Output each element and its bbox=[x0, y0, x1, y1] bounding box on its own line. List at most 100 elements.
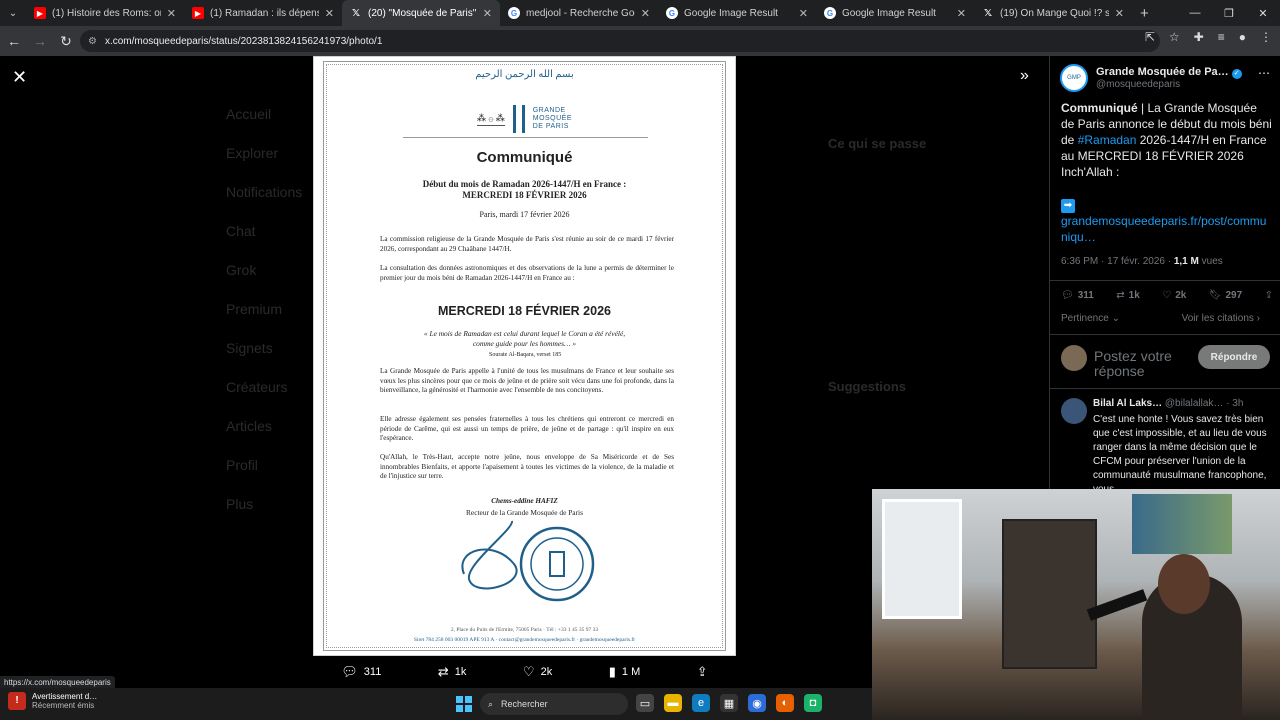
close-tab-icon[interactable]: ✕ bbox=[641, 7, 650, 20]
communique-date: Paris, mardi 17 février 2026 bbox=[479, 210, 570, 219]
url-input[interactable]: ⚙ x.com/mosqueedeparis/status/2023813824… bbox=[80, 30, 1160, 52]
tab-title: (20) "Mosquée de Paris" - Rech bbox=[368, 7, 477, 19]
view-quotes-link[interactable]: Voir les citations › bbox=[1182, 313, 1260, 324]
user-avatar bbox=[1061, 345, 1087, 371]
close-tab-icon[interactable]: ✕ bbox=[957, 7, 966, 20]
sort-dropdown[interactable]: Pertinence ⌄ bbox=[1061, 313, 1120, 324]
communique-subtitle: Début du mois de Ramadan 2026-1447/H en … bbox=[422, 179, 627, 200]
arrow-right-icon: ➡ bbox=[1061, 199, 1075, 213]
close-tab-icon[interactable]: ✕ bbox=[1115, 7, 1124, 20]
firefox-icon[interactable]: ◐ bbox=[776, 694, 794, 712]
author-handle[interactable]: @mosqueedeparis bbox=[1096, 79, 1242, 90]
bookmarks-stat[interactable]: 🔖︎ 297 bbox=[1209, 290, 1242, 301]
reply-button[interactable]: Répondre bbox=[1198, 345, 1270, 369]
warning-icon: ! bbox=[8, 692, 26, 710]
toolbar-icons: ⇱ ☆ ✚ ≡ ● ⋮ bbox=[1145, 30, 1272, 44]
replies-stat[interactable]: 💬︎ 311 bbox=[1061, 290, 1094, 301]
paragraph-5: Qu'Allah, le Très-Haut, accepte notre je… bbox=[380, 453, 674, 481]
window-controls: — ❐ ✕ bbox=[1178, 0, 1280, 26]
webcam-shelf bbox=[1002, 519, 1097, 669]
divider bbox=[1050, 280, 1280, 281]
close-photo-button[interactable]: ✕ bbox=[12, 67, 27, 88]
suggestions-heading: Suggestions bbox=[828, 379, 907, 394]
share-action[interactable]: ⇪ bbox=[697, 664, 708, 680]
post-header: GMP Grande Mosquée de Pa… ✓ @mosqueedepar… bbox=[1060, 64, 1242, 92]
task-view-icon[interactable]: ▭ bbox=[636, 694, 654, 712]
close-tab-icon[interactable]: ✕ bbox=[799, 7, 808, 20]
divider bbox=[1050, 388, 1280, 389]
reply-action[interactable]: 💬︎ 311 bbox=[341, 664, 381, 680]
back-button[interactable]: ← bbox=[2, 33, 26, 49]
post-text: Communiqué | La Grande Mosquée de Paris … bbox=[1061, 101, 1272, 179]
post-timestamp: 6:36 PM · 17 févr. 2026 · 1,1 M vues bbox=[1061, 256, 1223, 267]
reload-button[interactable]: ↻ bbox=[54, 33, 78, 50]
store-icon[interactable]: ▦ bbox=[720, 694, 738, 712]
webcam-head bbox=[1158, 554, 1210, 614]
notification-title: Avertissement d… bbox=[32, 692, 98, 701]
browser-tab[interactable]: G Google Image Result ✕ bbox=[658, 0, 816, 26]
bookmark-star-icon[interactable]: ☆ bbox=[1169, 30, 1180, 44]
heart-icon: ♡ bbox=[522, 664, 535, 679]
windows-start-icon[interactable] bbox=[456, 696, 472, 712]
hashtag-link[interactable]: #Ramadan bbox=[1078, 133, 1137, 147]
forward-button[interactable]: → bbox=[28, 33, 52, 49]
expand-panel-button[interactable]: » bbox=[1020, 67, 1029, 85]
more-options-icon[interactable]: ⋯ bbox=[1258, 66, 1270, 80]
author-avatar[interactable]: GMP bbox=[1060, 64, 1088, 92]
site-info-icon[interactable]: ⚙ bbox=[88, 36, 97, 47]
close-tab-icon[interactable]: ✕ bbox=[167, 7, 176, 20]
views-action[interactable]: ▮ 1 M bbox=[609, 664, 641, 680]
communique-title: Communiqué bbox=[476, 149, 573, 166]
address-bar: ← → ↻ ⚙ x.com/mosqueedeparis/status/2023… bbox=[0, 26, 1280, 56]
media-icon[interactable]: ≡ bbox=[1218, 30, 1225, 44]
post-link[interactable]: ➡ grandemosqueedeparis.fr/post/communiqu… bbox=[1061, 196, 1273, 245]
reply-input[interactable]: Postez votre réponse bbox=[1094, 349, 1194, 379]
basmala-calligraphy: بسم الله الرحمن الرحيم bbox=[475, 69, 574, 80]
tab-search-icon[interactable]: ⌄ bbox=[0, 0, 26, 26]
extensions-icon[interactable]: ✚ bbox=[1194, 30, 1204, 44]
chart-icon: ▮ bbox=[608, 664, 616, 679]
mosque-logo: ⁂ ۞ ⁂ GRANDE MOSQUÉE DE PARIS bbox=[314, 105, 735, 133]
close-window-button[interactable]: ✕ bbox=[1246, 0, 1280, 26]
signature-stamp bbox=[461, 520, 595, 602]
browser-tab[interactable]: ▶ (1) Ramadan : ils dépensent jus ✕ bbox=[184, 0, 342, 26]
divider bbox=[403, 137, 648, 138]
browser-tab[interactable]: Gmedjool - Recherche Google ✕ bbox=[500, 0, 658, 26]
footer-address: 2, Place du Puits de l'Ermite, 75005 Par… bbox=[450, 627, 599, 633]
browser-tab[interactable]: 𝕏 (20) "Mosquée de Paris" - Rech ✕ bbox=[342, 0, 500, 26]
repost-action[interactable]: ⇄ 1k bbox=[438, 664, 467, 680]
minimize-button[interactable]: — bbox=[1178, 0, 1212, 26]
webcam-overlay bbox=[872, 489, 1280, 720]
browser-tab[interactable]: G Google Image Result ✕ bbox=[816, 0, 974, 26]
chrome-icon[interactable]: ◉ bbox=[748, 694, 766, 712]
edge-icon[interactable]: e bbox=[692, 694, 710, 712]
maximize-button[interactable]: ❐ bbox=[1212, 0, 1246, 26]
file-explorer-icon[interactable]: ▬ bbox=[664, 694, 682, 712]
share-icon[interactable]: ⇪ bbox=[1265, 290, 1273, 301]
install-app-icon[interactable]: ⇱ bbox=[1145, 30, 1155, 44]
author-name[interactable]: Grande Mosquée de Pa… ✓ bbox=[1096, 66, 1242, 79]
taskbar: ! Avertissement d… Récemment émis ⌕ Reche… bbox=[0, 688, 872, 720]
tab-title: (1) Histoire des Roms: origine et bbox=[52, 7, 161, 19]
repost-icon: ⇄ bbox=[437, 664, 449, 679]
paragraph-4: Elle adresse également ses pensées frate… bbox=[380, 415, 674, 443]
notification[interactable]: ! Avertissement d… Récemment émis bbox=[8, 692, 97, 710]
reply-author-avatar[interactable] bbox=[1061, 398, 1087, 424]
app-icon[interactable]: ◘ bbox=[804, 694, 822, 712]
taskbar-search[interactable]: ⌕ Rechercher bbox=[480, 693, 628, 715]
menu-icon[interactable]: ⋮ bbox=[1260, 30, 1272, 44]
reposts-stat[interactable]: ⇄ 1k bbox=[1116, 290, 1140, 301]
signatory-role: Recteur de la Grande Mosquée de Paris bbox=[466, 508, 583, 517]
profile-icon[interactable]: ● bbox=[1239, 30, 1246, 44]
new-tab-button[interactable]: + bbox=[1140, 5, 1149, 22]
likes-stat[interactable]: ♡ 2k bbox=[1162, 290, 1186, 301]
browser-tab[interactable]: 𝕏 (19) On Mange Quoi !? sur X : " ✕ bbox=[974, 0, 1132, 26]
reply-author[interactable]: Bilal Al Laks… @bilalallak… · 3h bbox=[1093, 398, 1243, 409]
browser-tab[interactable]: ▶ (1) Histoire des Roms: origine et ✕ bbox=[26, 0, 184, 26]
like-action[interactable]: ♡ 2k bbox=[523, 664, 552, 680]
divider bbox=[1050, 334, 1280, 335]
close-tab-icon[interactable]: ✕ bbox=[325, 7, 334, 20]
x-icon: 𝕏 bbox=[351, 7, 361, 19]
notification-subtitle: Récemment émis bbox=[32, 701, 95, 710]
close-tab-icon[interactable]: ✕ bbox=[483, 7, 492, 20]
